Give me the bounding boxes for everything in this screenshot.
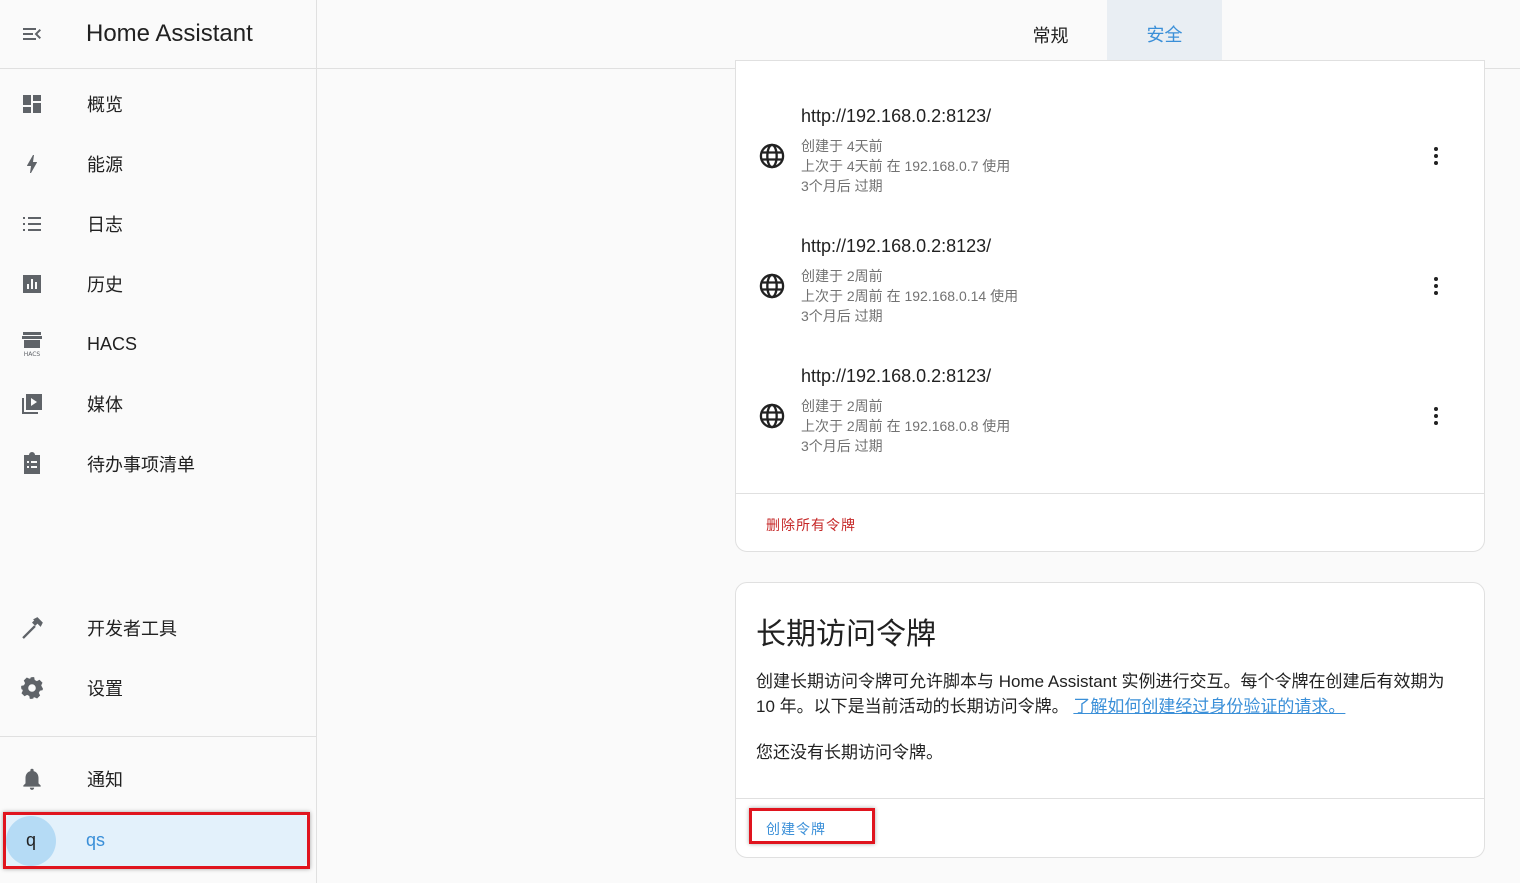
hacs-icon: HACS bbox=[22, 332, 42, 358]
top-bar: 常规 安全 bbox=[317, 0, 1520, 69]
learn-more-link[interactable]: 了解如何创建经过身份验证的请求。 bbox=[1073, 697, 1345, 716]
play-box-icon bbox=[22, 394, 42, 414]
delete-all-tokens-button[interactable]: 删除所有令牌 bbox=[766, 515, 856, 535]
globe-icon bbox=[759, 403, 785, 429]
bell-icon bbox=[23, 768, 41, 790]
sidebar-item-settings[interactable]: 设置 bbox=[0, 662, 316, 714]
token-created: 创建于 4天前 bbox=[801, 138, 883, 154]
hammer-icon bbox=[22, 617, 43, 639]
long-lived-tokens-card: 长期访问令牌 创建长期访问令牌可允许脚本与 Home Assistant 实例进… bbox=[735, 582, 1485, 858]
sidebar-item-label: 能源 bbox=[87, 155, 123, 175]
token-expires: 3个月后 过期 bbox=[801, 308, 883, 324]
token-url: http://192.168.0.2:8123/ bbox=[801, 106, 992, 126]
sidebar-item-history[interactable]: 历史 bbox=[0, 258, 316, 310]
lightning-icon bbox=[26, 155, 37, 173]
sidebar-item-label: 日志 bbox=[87, 215, 123, 235]
sidebar-item-overview[interactable]: 概览 bbox=[0, 78, 316, 130]
sidebar-item-label: 开发者工具 bbox=[87, 619, 177, 639]
sidebar-header: Home Assistant bbox=[0, 0, 316, 69]
token-menu-button[interactable] bbox=[1424, 274, 1448, 298]
svg-text:HACS: HACS bbox=[24, 351, 41, 358]
tab-security[interactable]: 安全 bbox=[1107, 0, 1222, 69]
token-url: http://192.168.0.2:8123/ bbox=[801, 366, 992, 386]
sidebar-divider bbox=[0, 736, 316, 737]
token-url: http://192.168.0.2:8123/ bbox=[801, 236, 992, 256]
token-expires: 3个月后 过期 bbox=[801, 438, 883, 454]
token-last-used: 上次于 2周前 在 192.168.0.14 使用 bbox=[801, 288, 1019, 304]
sidebar-item-label: 通知 bbox=[87, 770, 123, 790]
card-description: 创建长期访问令牌可允许脚本与 Home Assistant 实例进行交互。每个令… bbox=[756, 669, 1466, 719]
globe-icon bbox=[759, 273, 785, 299]
sidebar-item-label: 媒体 bbox=[87, 395, 123, 415]
sidebar-item-energy[interactable]: 能源 bbox=[0, 138, 316, 190]
sidebar-item-label: 历史 bbox=[87, 275, 123, 295]
sidebar-item-label: 概览 bbox=[87, 95, 123, 115]
sidebar-item-label: 设置 bbox=[87, 679, 123, 699]
list-icon bbox=[23, 217, 41, 231]
card-actions: 创建令牌 bbox=[736, 798, 1484, 857]
dots-vertical-icon bbox=[1434, 147, 1438, 165]
chart-box-icon bbox=[23, 275, 41, 293]
clipboard-list-icon bbox=[24, 452, 40, 474]
sidebar: Home Assistant 概览 能源 日志 历史 HACS HACS 媒体 … bbox=[0, 0, 317, 883]
sidebar-user-profile[interactable]: q qs bbox=[6, 815, 307, 866]
empty-state-text: 您还没有长期访问令牌。 bbox=[756, 743, 943, 762]
token-row: http://192.168.0.2:8123/ 创建于 2周前 上次于 2周前… bbox=[736, 236, 1484, 336]
token-created: 创建于 2周前 bbox=[801, 268, 883, 284]
token-expires: 3个月后 过期 bbox=[801, 178, 883, 194]
dashboard-icon bbox=[23, 95, 41, 113]
sidebar-item-media[interactable]: 媒体 bbox=[0, 378, 316, 430]
user-name: qs bbox=[86, 830, 106, 850]
create-token-button[interactable]: 创建令牌 bbox=[766, 819, 826, 839]
globe-icon bbox=[759, 143, 785, 169]
sidebar-item-developer-tools[interactable]: 开发者工具 bbox=[0, 602, 316, 654]
token-menu-button[interactable] bbox=[1424, 404, 1448, 428]
token-row: http://192.168.0.2:8123/ 创建于 4天前 上次于 4天前… bbox=[736, 106, 1484, 206]
card-actions: 删除所有令牌 bbox=[736, 493, 1484, 552]
token-created: 创建于 2周前 bbox=[801, 398, 883, 414]
sidebar-item-logbook[interactable]: 日志 bbox=[0, 198, 316, 250]
app-title: Home Assistant bbox=[86, 20, 253, 47]
avatar: q bbox=[6, 815, 56, 866]
sidebar-item-label: HACS bbox=[87, 333, 138, 354]
dots-vertical-icon bbox=[1434, 407, 1438, 425]
refresh-tokens-card: http://192.168.0.2:8123/ 创建于 4天前 上次于 4天前… bbox=[735, 60, 1485, 552]
token-row: http://192.168.0.2:8123/ 创建于 2周前 上次于 2周前… bbox=[736, 366, 1484, 466]
menu-open-icon bbox=[23, 28, 41, 40]
sidebar-item-label: 待办事项清单 bbox=[87, 455, 195, 475]
token-last-used: 上次于 4天前 在 192.168.0.7 使用 bbox=[801, 158, 1011, 174]
token-last-used: 上次于 2周前 在 192.168.0.8 使用 bbox=[801, 418, 1011, 434]
tab-general[interactable]: 常规 bbox=[993, 0, 1108, 69]
token-menu-button[interactable] bbox=[1424, 144, 1448, 168]
sidebar-item-notifications[interactable]: 通知 bbox=[0, 753, 316, 805]
sidebar-item-todo[interactable]: 待办事项清单 bbox=[0, 438, 316, 490]
sidebar-item-hacs[interactable]: HACS HACS bbox=[0, 318, 316, 370]
gear-icon bbox=[21, 677, 43, 699]
dots-vertical-icon bbox=[1434, 277, 1438, 295]
card-title: 长期访问令牌 bbox=[756, 618, 936, 651]
menu-toggle-button[interactable] bbox=[0, 0, 64, 69]
